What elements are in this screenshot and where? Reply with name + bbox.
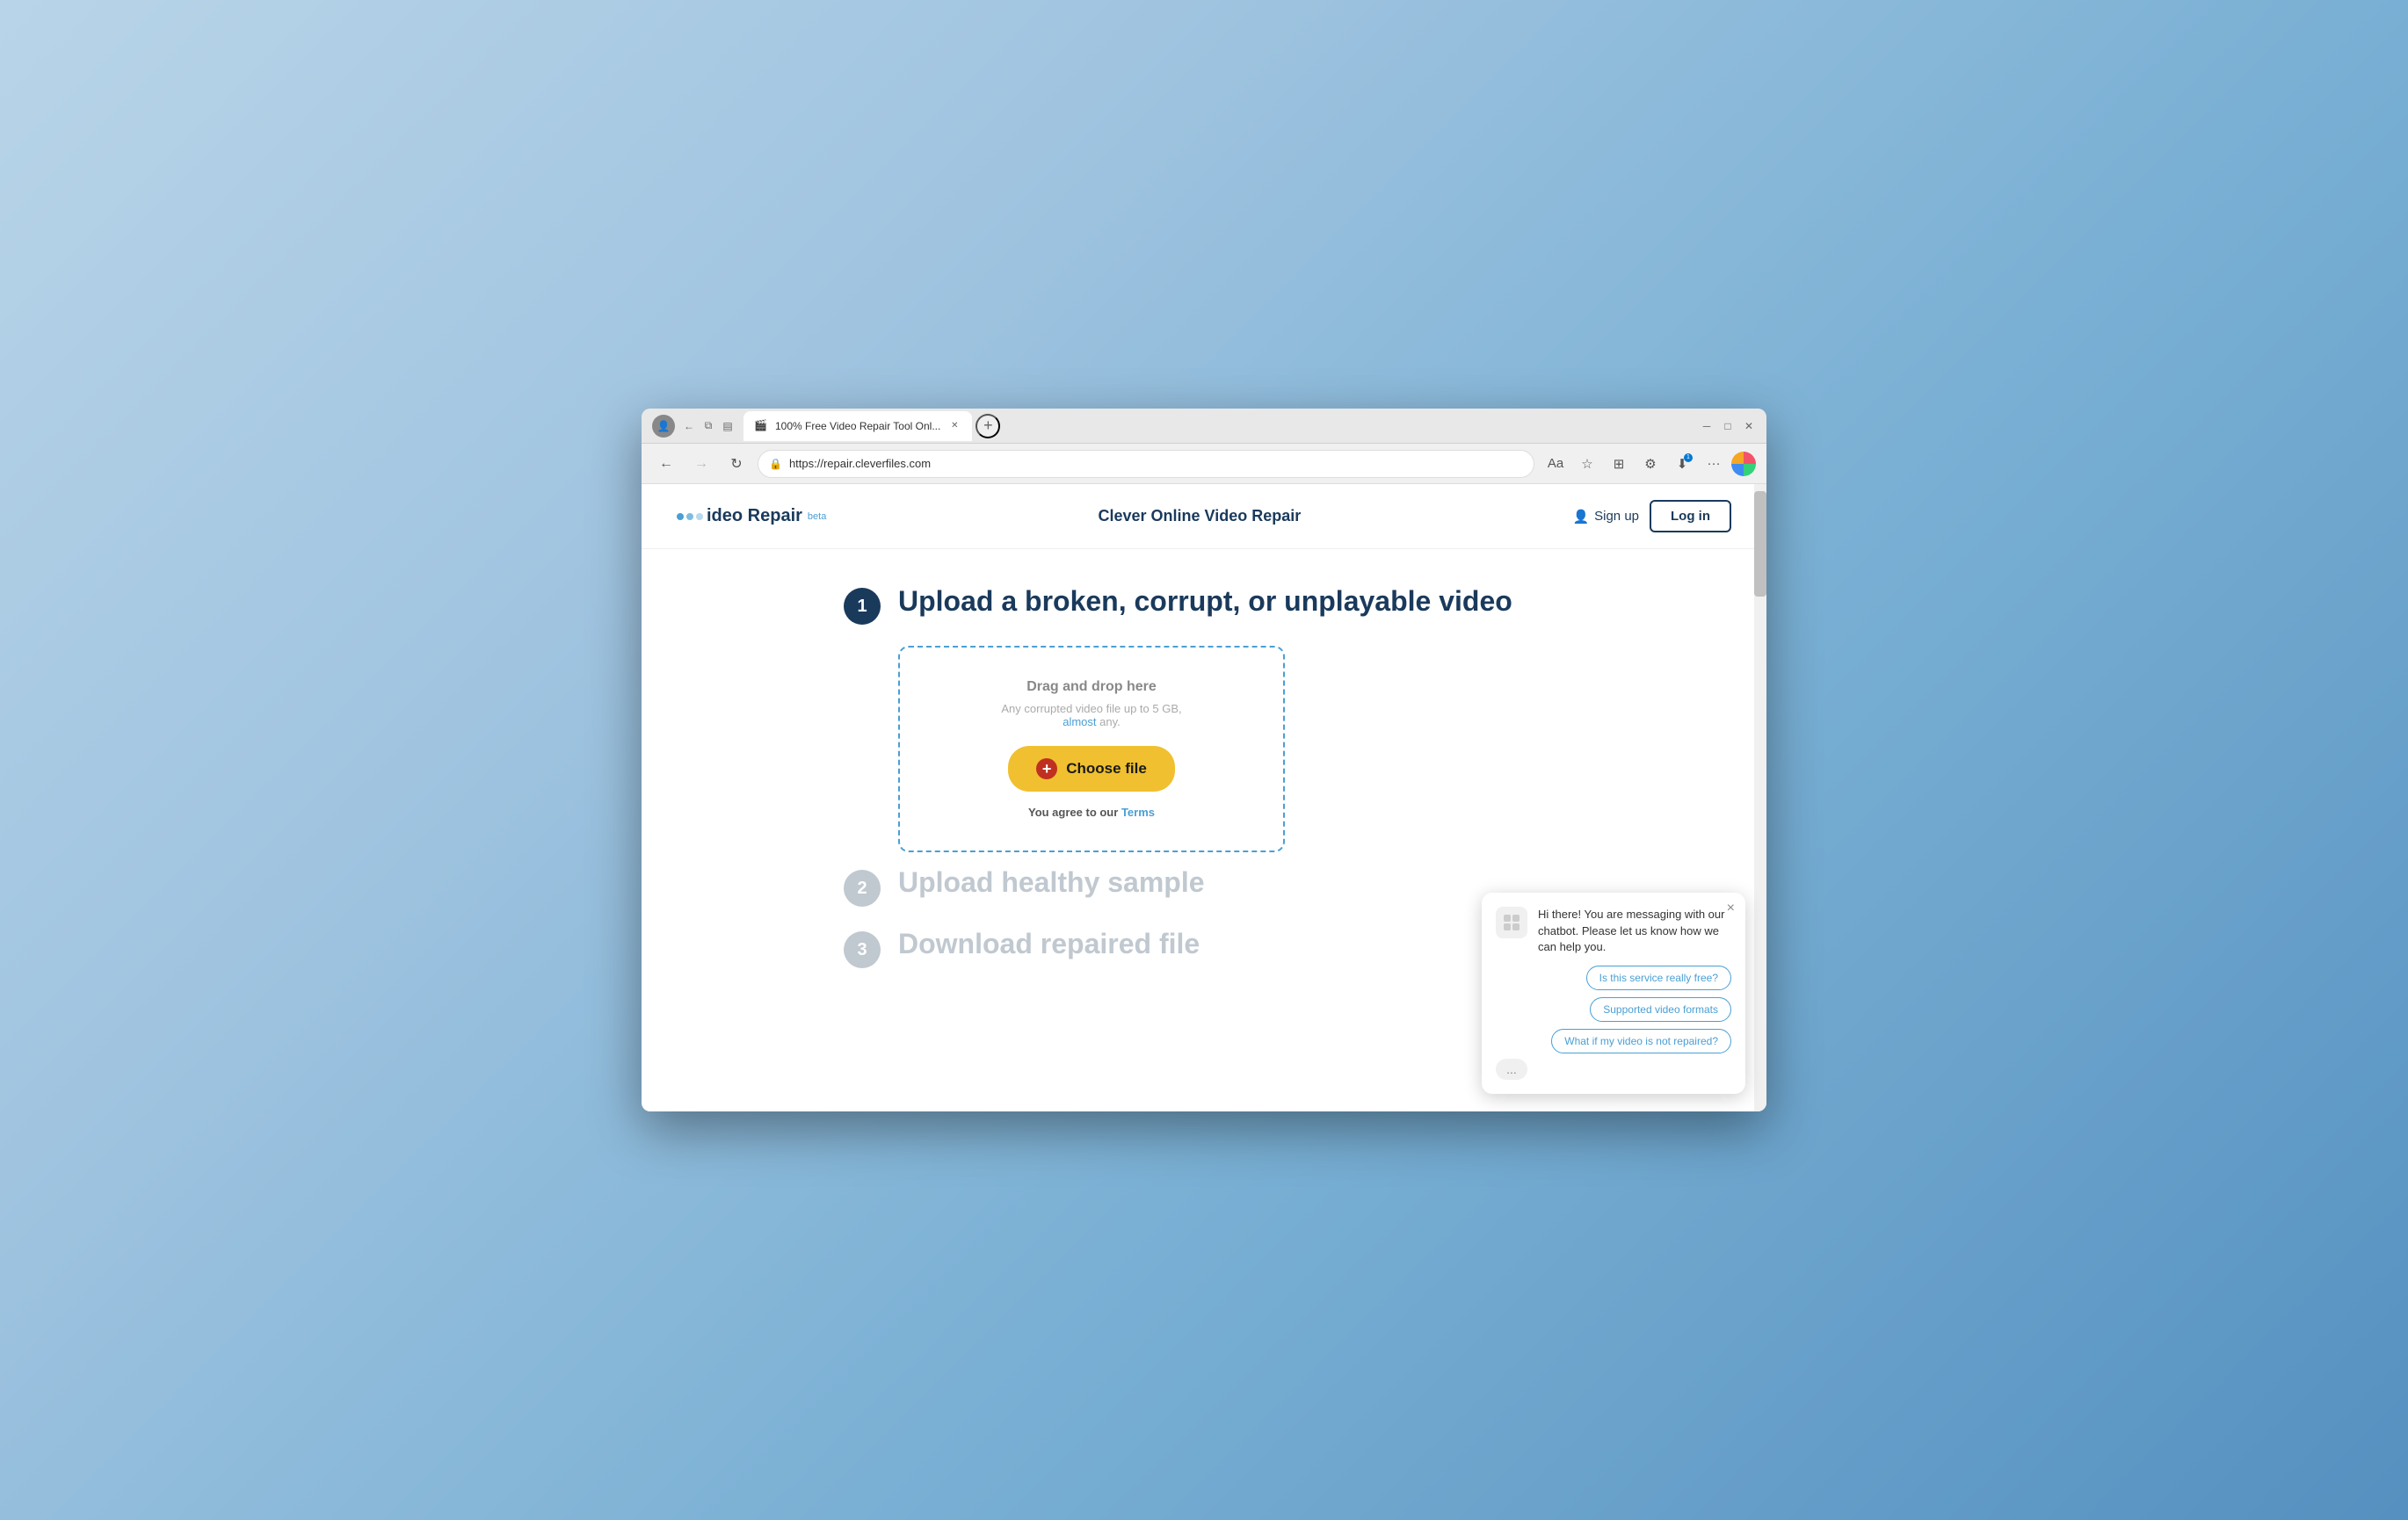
browser-window: 👤 ← ⧉ ▤ 🎬 100% Free Video Repair Tool On… <box>642 409 1766 1111</box>
step-3-badge: 3 <box>844 931 881 968</box>
step-3-number: 3 <box>857 940 867 960</box>
nav-bar: ← → ↻ 🔒 https://repair.cleverfiles.com A… <box>642 444 1766 484</box>
chatbot-suggestions: Is this service really free? Supported v… <box>1496 966 1731 1053</box>
tab-list-button[interactable]: ⧉ <box>701 419 715 433</box>
user-avatar: 👤 <box>652 415 675 438</box>
settings-button[interactable]: ⚙ <box>1636 450 1665 478</box>
active-tab[interactable]: 🎬 100% Free Video Repair Tool Onl... ✕ <box>743 411 972 441</box>
back-button-titlebar[interactable]: ← <box>682 419 696 433</box>
collections-button[interactable]: ⊞ <box>1605 450 1633 478</box>
main-content: 1 Upload a broken, corrupt, or unplayabl… <box>809 549 1599 1024</box>
chatbot-avatar <box>1496 907 1527 938</box>
signup-button[interactable]: 👤 Sign up <box>1572 509 1639 525</box>
downloads-button[interactable]: ⬇ 1 <box>1668 450 1696 478</box>
login-button[interactable]: Log in <box>1650 500 1731 532</box>
download-badge: 1 <box>1684 453 1693 462</box>
back-button[interactable]: ← <box>652 450 680 478</box>
logo-beta: beta <box>808 511 826 522</box>
step-1-badge: 1 <box>844 588 881 625</box>
chatbot-close-button[interactable]: × <box>1727 901 1735 916</box>
logo-dot-1 <box>677 513 684 520</box>
upload-zone[interactable]: Drag and drop here Any corrupted video f… <box>898 646 1285 852</box>
more-button[interactable]: ··· <box>1700 450 1728 478</box>
nav-actions: Aa ☆ ⊞ ⚙ ⬇ 1 ··· <box>1541 450 1756 478</box>
logo-dots <box>677 513 703 520</box>
tab-favicon: 🎬 <box>754 419 768 433</box>
file-info-suffix: any. <box>1099 715 1121 728</box>
almost-link[interactable]: almost <box>1063 715 1099 728</box>
favorites-button[interactable]: ☆ <box>1573 450 1601 478</box>
scrollbar-thumb[interactable] <box>1754 491 1766 597</box>
logo: ideo Repair beta <box>677 506 826 526</box>
step-2-number: 2 <box>857 879 867 899</box>
logo-dot-2 <box>686 513 693 520</box>
chatbot-message: Hi there! You are messaging with our cha… <box>1538 907 1731 955</box>
plus-icon: + <box>1036 758 1057 779</box>
choose-file-button[interactable]: + Choose file <box>1008 746 1175 792</box>
step-3-title: Download repaired file <box>898 928 1200 960</box>
title-bar: 👤 ← ⧉ ▤ 🎬 100% Free Video Repair Tool On… <box>642 409 1766 444</box>
refresh-button[interactable]: ↻ <box>722 450 751 478</box>
step-2-section: 2 Upload healthy sample <box>844 866 1564 907</box>
chatbot-header: Hi there! You are messaging with our cha… <box>1496 907 1731 955</box>
new-tab-button[interactable]: + <box>976 414 1000 438</box>
logo-text: ideo Repair <box>707 506 802 526</box>
logo-dot-3 <box>696 513 703 520</box>
file-info-text: Any corrupted video file up to 5 GB, alm… <box>935 702 1248 728</box>
almost-text: almost <box>1063 715 1096 728</box>
tab-close-button[interactable]: ✕ <box>947 419 961 433</box>
edge-profile-icon[interactable] <box>1731 452 1756 476</box>
step-2-title: Upload healthy sample <box>898 866 1205 899</box>
step-1-section: 1 Upload a broken, corrupt, or unplayabl… <box>844 584 1564 625</box>
drag-drop-text: Drag and drop here <box>935 679 1248 695</box>
read-aloud-button[interactable]: Aa <box>1541 450 1570 478</box>
step-1-number: 1 <box>857 597 867 617</box>
tab-title: 100% Free Video Repair Tool Onl... <box>775 420 940 432</box>
sidebar-toggle[interactable]: ▤ <box>721 419 735 433</box>
chatbot-container: × Hi there! You are messaging with our c… <box>1482 893 1745 1094</box>
site-header: ideo Repair beta Clever Online Video Rep… <box>642 484 1766 549</box>
read-aloud-icon: Aa <box>1548 456 1563 471</box>
step-1-title: Upload a broken, corrupt, or unplayable … <box>898 584 1512 618</box>
maximize-button[interactable]: □ <box>1721 419 1735 433</box>
url-text: https://repair.cleverfiles.com <box>789 457 1523 470</box>
address-bar[interactable]: 🔒 https://repair.cleverfiles.com <box>758 450 1534 478</box>
ellipsis-icon: ··· <box>1708 456 1721 471</box>
star-icon: ☆ <box>1581 456 1592 472</box>
chatbot-more-button[interactable]: ... <box>1496 1059 1527 1080</box>
person-icon: 👤 <box>1572 509 1589 525</box>
scrollbar[interactable] <box>1754 484 1766 1111</box>
terms-link[interactable]: Terms <box>1121 806 1155 819</box>
close-button[interactable]: ✕ <box>1742 419 1756 433</box>
chatbot-suggestion-3[interactable]: What if my video is not repaired? <box>1551 1029 1731 1053</box>
terms-link-text: Terms <box>1121 806 1155 819</box>
collections-icon: ⊞ <box>1614 456 1625 472</box>
site-title: Clever Online Video Repair <box>826 507 1572 525</box>
choose-file-label: Choose file <box>1066 760 1147 778</box>
terms-prefix: You agree to our <box>1028 806 1118 819</box>
window-controls: 👤 <box>652 415 675 438</box>
signup-label: Sign up <box>1594 509 1639 524</box>
chatbot-suggestion-2[interactable]: Supported video formats <box>1590 997 1731 1022</box>
gear-icon: ⚙ <box>1644 456 1656 472</box>
header-actions: 👤 Sign up Log in <box>1572 500 1731 532</box>
minimize-button[interactable]: ─ <box>1700 419 1714 433</box>
step-3-section: 3 Download repaired file <box>844 928 1564 968</box>
lock-icon: 🔒 <box>769 458 782 470</box>
file-info-prefix: Any corrupted video file up to 5 GB, <box>1001 702 1181 715</box>
tab-bar: ← ⧉ ▤ 🎬 100% Free Video Repair Tool Onl.… <box>682 411 1693 441</box>
terms-text: You agree to our Terms <box>935 806 1248 819</box>
chatbot-suggestion-1[interactable]: Is this service really free? <box>1586 966 1731 990</box>
forward-button[interactable]: → <box>687 450 715 478</box>
page-content: ideo Repair beta Clever Online Video Rep… <box>642 484 1766 1111</box>
step-2-badge: 2 <box>844 870 881 907</box>
